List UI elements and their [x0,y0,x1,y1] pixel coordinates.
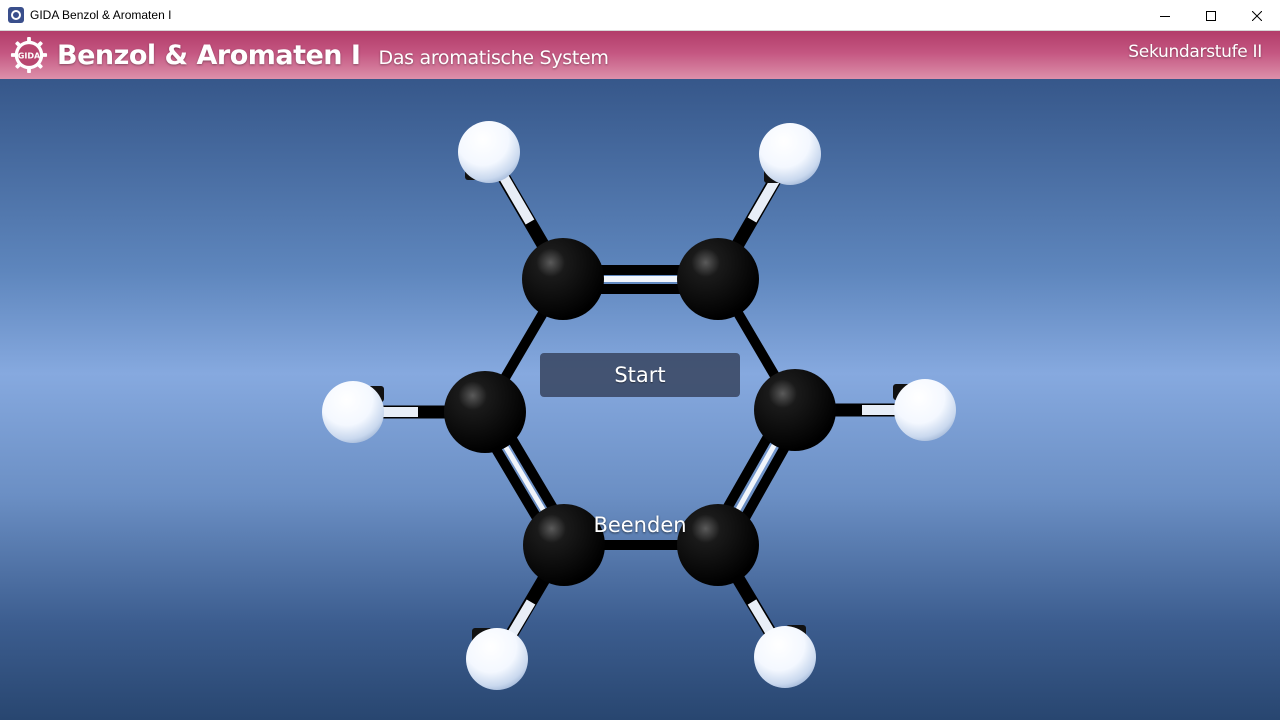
window-controls [1142,0,1280,31]
maximize-icon [1206,10,1216,21]
gida-logo-text: GIDA [18,51,41,60]
carbon-atom [754,369,836,451]
ch-bonds [353,148,925,663]
close-button[interactable] [1234,0,1280,31]
hydrogen-atom [754,626,816,688]
hydrogen-atom [759,123,821,185]
window-title: GIDA Benzol & Aromaten I [30,8,172,22]
benzene-molecule [322,121,956,690]
app-subtitle: Das aromatische System [378,46,609,69]
start-button[interactable]: Start [540,353,740,397]
main-scene: Start Beenden [0,79,1280,720]
gida-logo-icon: GIDA [10,36,48,74]
maximize-button[interactable] [1188,0,1234,31]
minimize-button[interactable] [1142,0,1188,31]
carbon-atom [444,371,526,453]
carbon-atom [677,238,759,320]
minimize-icon [1160,15,1170,17]
app-icon [8,7,24,23]
app-header: GIDA Benzol & Aromaten I Das aromatische… [0,31,1280,79]
hydrogen-atom [458,121,520,183]
app-title: Benzol & Aromaten I [57,39,361,71]
level-label: Sekundarstufe II [1128,42,1262,62]
hydrogen-atom [894,379,956,441]
hydrogen-atom [322,381,384,443]
carbon-atom [522,238,604,320]
quit-button[interactable]: Beenden [540,503,740,547]
hydrogen-atom [466,628,528,690]
window-titlebar: GIDA Benzol & Aromaten I [0,0,1280,31]
close-icon [1252,10,1262,21]
